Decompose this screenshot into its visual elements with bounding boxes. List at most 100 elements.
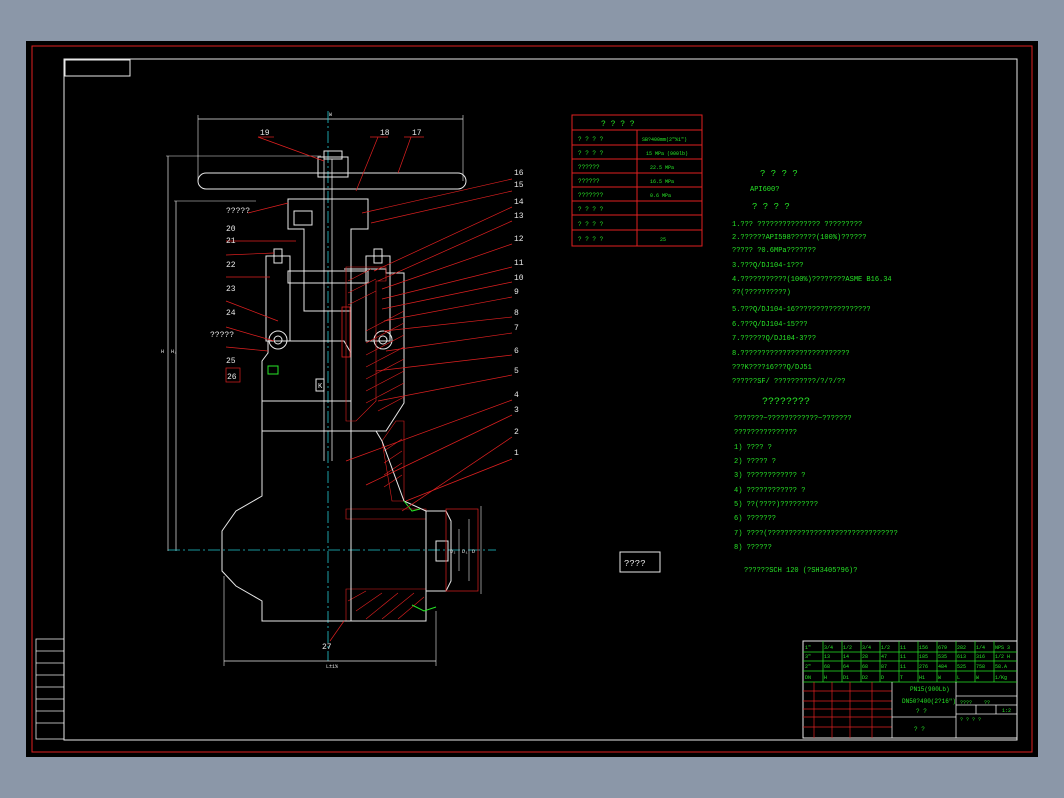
title-grid-cell: 3/4: [824, 645, 833, 651]
technical-notes: ? ? ? ? API600? ? ? ? ? 1.??? ??????????…: [732, 169, 898, 575]
title-grid-cell: H: [824, 675, 827, 681]
part-number: 3: [514, 406, 519, 415]
title-grid-cell: 58.A: [995, 664, 1007, 670]
part-number: 11: [514, 259, 524, 268]
title-grid-cell: H1: [919, 675, 925, 681]
title-grid-cell: 11: [900, 645, 906, 651]
note-line: ??(??????????): [732, 289, 791, 297]
callout: ?????: [226, 207, 250, 216]
note-item: 5) ??(????)?????????: [734, 501, 818, 509]
leaders-right: [345, 178, 513, 512]
title-grid-cell: 1": [805, 645, 811, 651]
note-item: 3) ???????????? ?: [734, 472, 805, 480]
part-number: 13: [514, 212, 524, 221]
note-line: 1.??? ??????????????? ?????????: [732, 221, 862, 229]
spec-rows: ? ? ? ? SB?400mm(2"%1") ? ? ? ? 15 MPa (…: [578, 136, 688, 243]
note-line: ????? ?0.6MPa???????: [732, 247, 816, 255]
part-number: 8: [514, 309, 519, 318]
part-number: 25: [226, 357, 236, 366]
dim-d: D: [472, 549, 475, 555]
part-number: 2: [514, 428, 519, 437]
title-grid-cell: T: [900, 675, 903, 681]
spec-label: ? ? ? ?: [578, 236, 604, 243]
title-grid-cell: 68: [862, 664, 868, 670]
part-number: 19: [260, 129, 270, 138]
spec-label: ? ? ? ?: [578, 206, 604, 213]
title-grid: 1" 3/4 1/2 3/4 1/2 11 156 679 282 1/4 NPS 3 3" 13 14 2…: [805, 645, 1010, 681]
notes-title2: ? ? ? ?: [752, 202, 790, 212]
dim-h: H: [161, 349, 164, 355]
title-grid-cell: 14: [843, 654, 849, 660]
title-grid-cell: 3/4: [862, 645, 871, 651]
part-number: 7: [514, 324, 519, 333]
note-line: 4.???????????(100%)????????ASME B16.34: [732, 276, 892, 284]
note-line: 8.??????????????????????????: [732, 350, 850, 358]
title-grid-cell: 3": [805, 654, 811, 660]
part-number: 9: [514, 288, 519, 297]
dim-h1: H₁: [171, 349, 177, 355]
valve-drawing: W H H₁ D D₁ D₂ L±1% K 16 15 14 13 12 11 …: [161, 111, 524, 670]
title-grid-cell: 1/4: [976, 645, 985, 651]
title-grid-cell: L: [957, 675, 960, 681]
title-grid-cell: 11: [900, 654, 906, 660]
title-grid-cell: D1: [843, 675, 849, 681]
part-number: 22: [226, 261, 236, 270]
title-grid-cell: 185: [919, 654, 928, 660]
part-number: 21: [226, 237, 236, 246]
title-grid-cell: D2: [862, 675, 868, 681]
title-grid-cell: 13: [824, 654, 830, 660]
title-name-3: ? ?: [916, 708, 927, 715]
notes-title: ? ? ? ?: [760, 169, 798, 179]
title-grid-cell: 68: [824, 664, 830, 670]
part-number: 18: [380, 129, 390, 138]
spec-label: ? ? ? ?: [578, 221, 604, 228]
title-grid-cell: 282: [957, 645, 966, 651]
part-number-27: 27: [322, 643, 332, 652]
drawing-canvas: W H H₁ D D₁ D₂ L±1% K 16 15 14 13 12 11 …: [31, 45, 1033, 753]
dim-top: W: [329, 112, 332, 118]
note-line: 3.???Q/DJ104-1???: [732, 262, 803, 270]
section-hatch: [345, 266, 427, 622]
part-number: 5: [514, 367, 519, 376]
tb-small: ? ? ? ?: [960, 717, 981, 723]
nozzle-right: [426, 510, 452, 592]
title-grid-cell: DN: [805, 675, 811, 681]
note-item: 1) ???? ?: [734, 444, 772, 452]
spec-value: 15 MPa (900lb): [646, 151, 688, 157]
spec-value: 25: [660, 237, 666, 243]
title-grid-cell: 28: [862, 654, 868, 660]
part-number: 12: [514, 235, 524, 244]
spec-title: ? ? ? ?: [601, 120, 635, 129]
part-number: 15: [514, 181, 524, 190]
inner-border: [63, 58, 1018, 741]
title-name-1: PN15(900Lb): [910, 686, 950, 693]
spec-value: 22.5 MPa: [650, 165, 674, 171]
title-grid-cell: 1/2 H: [995, 654, 1010, 660]
k-mark: K: [318, 383, 323, 391]
title-name-2: DN50?400(2?16"): [902, 698, 956, 705]
part-numbers-right: 16 15 14 13 12 11 10 9 8 7 6 5 4 3 2 1: [514, 169, 524, 458]
left-strip: [35, 638, 65, 740]
part-number: 23: [226, 285, 236, 294]
title-grid-cell: 276: [919, 664, 928, 670]
note-intro: ???????~????????????~???????: [734, 415, 852, 423]
part-number: 20: [226, 225, 236, 234]
title-grid-cell: 316: [976, 654, 985, 660]
note-item: 2) ????? ?: [734, 458, 776, 466]
title-grid-cell: 525: [957, 664, 966, 670]
dim-bottom: L±1%: [326, 664, 338, 670]
title-grid-cell: 484: [938, 664, 947, 670]
title-grid-cell: 2": [805, 664, 811, 670]
spec-label: ? ? ? ?: [578, 150, 604, 157]
part-number: 4: [514, 391, 519, 400]
part-number: 6: [514, 347, 519, 356]
part-number: 1: [514, 449, 519, 458]
bonnet-left: [261, 340, 352, 402]
part-number: 10: [514, 274, 524, 283]
cad-viewport[interactable]: W H H₁ D D₁ D₂ L±1% K 16 15 14 13 12 11 …: [26, 41, 1038, 757]
notes-subtitle: ????????: [762, 397, 810, 408]
spec-label: ??????: [578, 164, 600, 171]
title-grid-cell: 758: [976, 664, 985, 670]
title-grid-cell: 679: [938, 645, 947, 651]
title-grid-cell: 535: [938, 654, 947, 660]
